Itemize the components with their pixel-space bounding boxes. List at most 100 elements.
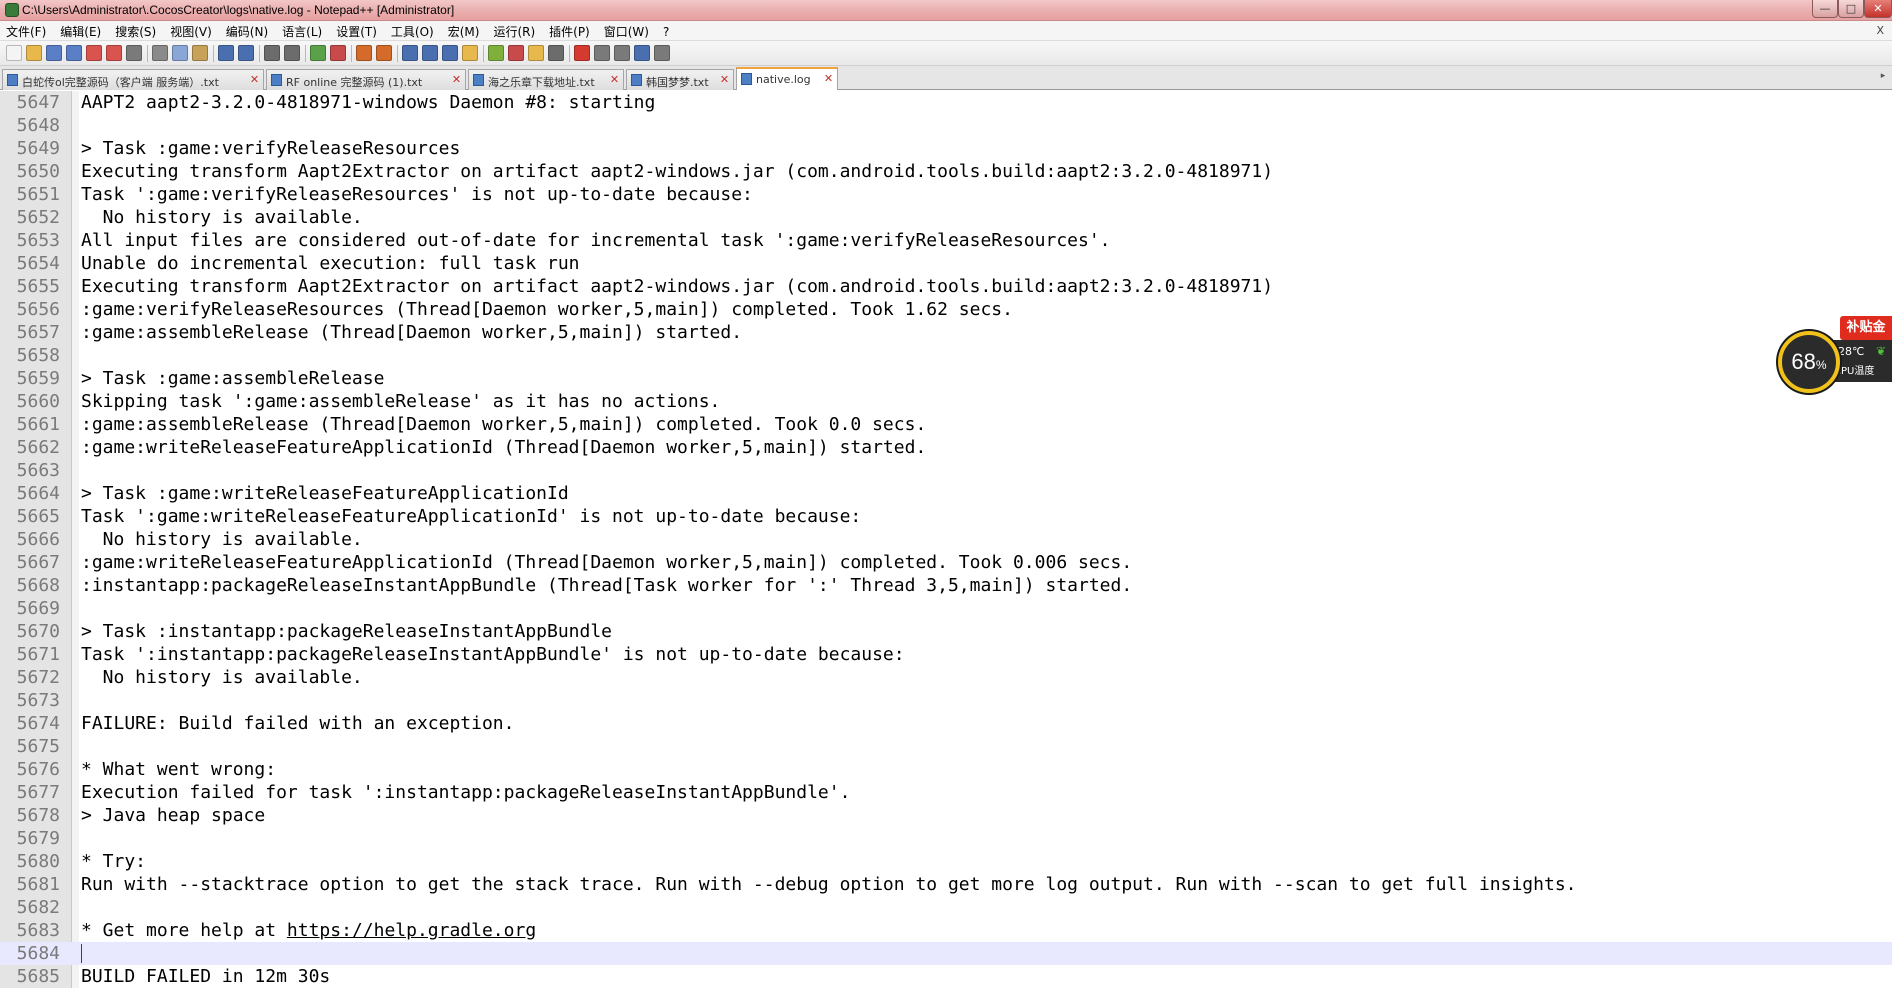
cut-icon[interactable] bbox=[152, 45, 168, 61]
code-line[interactable]: 5671 Task ':instantapp:packageReleaseInst… bbox=[0, 643, 1892, 666]
menu-macro[interactable]: 宏(M) bbox=[441, 21, 487, 42]
line-text[interactable]: Unable do incremental execution: full ta… bbox=[81, 252, 580, 275]
code-line[interactable]: 5673 bbox=[0, 689, 1892, 712]
close-icon[interactable] bbox=[86, 45, 102, 61]
code-line[interactable]: 5655 Executing transform Aapt2Extractor o… bbox=[0, 275, 1892, 298]
cpu-usage-gauge[interactable]: 68% bbox=[1778, 331, 1840, 393]
line-text[interactable]: No history is available. bbox=[81, 528, 363, 551]
code-line[interactable]: 5649 > Task :game:verifyReleaseResources bbox=[0, 137, 1892, 160]
menu-encoding[interactable]: 编码(N) bbox=[219, 21, 275, 42]
code-line[interactable]: 5667:game:writeReleaseFeatureApplication… bbox=[0, 551, 1892, 574]
code-line[interactable]: 5669 bbox=[0, 597, 1892, 620]
code-line[interactable]: 5674 FAILURE: Build failed with an except… bbox=[0, 712, 1892, 735]
gradle-help-link[interactable]: https://help.gradle.org bbox=[287, 920, 536, 941]
tab-native-log[interactable]: native.log ✕ bbox=[736, 67, 838, 90]
line-text[interactable]: :game:verifyReleaseResources (Thread[Dae… bbox=[81, 298, 1013, 321]
line-text[interactable]: Executing transform Aapt2Extractor on ar… bbox=[81, 160, 1273, 183]
code-line[interactable]: 5654 Unable do incremental execution: ful… bbox=[0, 252, 1892, 275]
code-line[interactable]: 5685 BUILD FAILED in 12m 30s bbox=[0, 965, 1892, 988]
code-line[interactable]: 5668:instantapp:packageReleaseInstantApp… bbox=[0, 574, 1892, 597]
line-text[interactable]: > Task :instantapp:packageReleaseInstant… bbox=[81, 620, 612, 643]
menu-edit[interactable]: 编辑(E) bbox=[53, 21, 108, 42]
code-line[interactable]: 5665 Task ':game:writeReleaseFeatureAppli… bbox=[0, 505, 1892, 528]
minimize-button[interactable]: — bbox=[1812, 0, 1838, 18]
sync-v-icon[interactable] bbox=[356, 45, 372, 61]
line-text[interactable]: Executing transform Aapt2Extractor on ar… bbox=[81, 275, 1273, 298]
line-text[interactable]: :game:assembleRelease (Thread[Daemon wor… bbox=[81, 413, 926, 436]
function-list-icon[interactable] bbox=[508, 45, 524, 61]
line-text[interactable]: Task ':game:verifyReleaseResources' is n… bbox=[81, 183, 753, 206]
menu-plugins[interactable]: 插件(P) bbox=[542, 21, 597, 42]
tab-close-icon[interactable]: ✕ bbox=[609, 74, 620, 85]
user-lang-icon[interactable] bbox=[462, 45, 478, 61]
code-line[interactable]: 5663 bbox=[0, 459, 1892, 482]
show-all-chars-icon[interactable] bbox=[422, 45, 438, 61]
redo-icon[interactable] bbox=[238, 45, 254, 61]
line-text[interactable]: Execution failed for task ':instantapp:p… bbox=[81, 781, 850, 804]
line-text[interactable]: :instantapp:packageReleaseInstantAppBund… bbox=[81, 574, 1132, 597]
cpu-monitor-widget[interactable]: 补贴金 28℃ ❦ CPU温度 68% bbox=[1778, 316, 1892, 396]
open-file-icon[interactable] bbox=[26, 45, 42, 61]
menu-search[interactable]: 搜索(S) bbox=[108, 21, 163, 42]
code-line[interactable]: 5656:game:verifyReleaseResources (Thread… bbox=[0, 298, 1892, 321]
code-line[interactable]: 5651 Task ':game:verifyReleaseResources' … bbox=[0, 183, 1892, 206]
code-line[interactable]: 5670 > Task :instantapp:packageReleaseIns… bbox=[0, 620, 1892, 643]
editor[interactable]: 5647 AAPT2 aapt2-3.2.0-4818971-windows Da… bbox=[0, 91, 1892, 988]
code-line[interactable]: 5660 Skipping task ':game:assembleRelease… bbox=[0, 390, 1892, 413]
line-text[interactable]: > Java heap space bbox=[81, 804, 265, 827]
code-line[interactable]: 5679 bbox=[0, 827, 1892, 850]
line-text[interactable]: BUILD FAILED in 12m 30s bbox=[81, 965, 330, 988]
close-document-button[interactable]: X bbox=[1876, 24, 1884, 37]
code-line[interactable]: 5680 * Try: bbox=[0, 850, 1892, 873]
stop-macro-icon[interactable] bbox=[594, 45, 610, 61]
code-line[interactable]: 5657:game:assembleRelease (Thread[Daemon… bbox=[0, 321, 1892, 344]
line-text[interactable]: Run with --stacktrace option to get the … bbox=[81, 873, 1577, 896]
close-all-icon[interactable] bbox=[106, 45, 122, 61]
line-text[interactable]: > Task :game:assembleRelease bbox=[81, 367, 384, 390]
close-window-button[interactable]: ✕ bbox=[1864, 0, 1892, 18]
tab-document[interactable]: 海之乐章下载地址.txt ✕ bbox=[468, 69, 624, 90]
code-line[interactable]: 5658 bbox=[0, 344, 1892, 367]
print-icon[interactable] bbox=[126, 45, 142, 61]
sync-h-icon[interactable] bbox=[376, 45, 392, 61]
line-text[interactable]: No history is available. bbox=[81, 666, 363, 689]
word-wrap-icon[interactable] bbox=[402, 45, 418, 61]
save-macro-icon[interactable] bbox=[654, 45, 670, 61]
line-text[interactable]: No history is available. bbox=[81, 206, 363, 229]
undo-icon[interactable] bbox=[218, 45, 234, 61]
new-file-icon[interactable] bbox=[6, 45, 22, 61]
code-line[interactable]: 5682 bbox=[0, 896, 1892, 919]
menu-help[interactable]: ? bbox=[656, 23, 676, 41]
line-text[interactable]: Task ':instantapp:packageReleaseInstantA… bbox=[81, 643, 905, 666]
line-text[interactable]: AAPT2 aapt2-3.2.0-4818971-windows Daemon… bbox=[81, 91, 655, 114]
menu-view[interactable]: 视图(V) bbox=[163, 21, 219, 42]
menu-language[interactable]: 语言(L) bbox=[275, 21, 329, 42]
menu-run[interactable]: 运行(R) bbox=[486, 21, 542, 42]
line-text[interactable]: > Task :game:writeReleaseFeatureApplicat… bbox=[81, 482, 569, 505]
menu-window[interactable]: 窗口(W) bbox=[597, 21, 656, 42]
code-line[interactable]: 5678 > Java heap space bbox=[0, 804, 1892, 827]
code-line[interactable]: 5648 bbox=[0, 114, 1892, 137]
paste-icon[interactable] bbox=[192, 45, 208, 61]
line-text[interactable]: * What went wrong: bbox=[81, 758, 276, 781]
replace-icon[interactable] bbox=[284, 45, 300, 61]
folder-workspace-icon[interactable] bbox=[528, 45, 544, 61]
code-line[interactable]: 5659 > Task :game:assembleRelease bbox=[0, 367, 1892, 390]
line-text[interactable]: FAILURE: Build failed with an exception. bbox=[81, 712, 514, 735]
doc-map-icon[interactable] bbox=[488, 45, 504, 61]
line-text[interactable]: All input files are considered out-of-da… bbox=[81, 229, 1111, 252]
save-all-icon[interactable] bbox=[66, 45, 82, 61]
code-line[interactable]: 5662:game:writeReleaseFeatureApplication… bbox=[0, 436, 1892, 459]
code-line[interactable]: 5672 No history is available. bbox=[0, 666, 1892, 689]
menu-settings[interactable]: 设置(T) bbox=[329, 21, 384, 42]
monitor-icon[interactable] bbox=[548, 45, 564, 61]
code-line[interactable]: 5666 No history is available. bbox=[0, 528, 1892, 551]
line-text[interactable]: * Try: bbox=[81, 850, 146, 873]
menu-tools[interactable]: 工具(O) bbox=[384, 21, 441, 42]
play-multiple-icon[interactable] bbox=[634, 45, 650, 61]
code-line[interactable]: 5664 > Task :game:writeReleaseFeatureAppl… bbox=[0, 482, 1892, 505]
tab-document[interactable]: RF online 完整源码 (1).txt ✕ bbox=[266, 69, 466, 90]
code-line[interactable]: 5676 * What went wrong: bbox=[0, 758, 1892, 781]
find-icon[interactable] bbox=[264, 45, 280, 61]
tab-close-icon[interactable]: ✕ bbox=[451, 74, 462, 85]
